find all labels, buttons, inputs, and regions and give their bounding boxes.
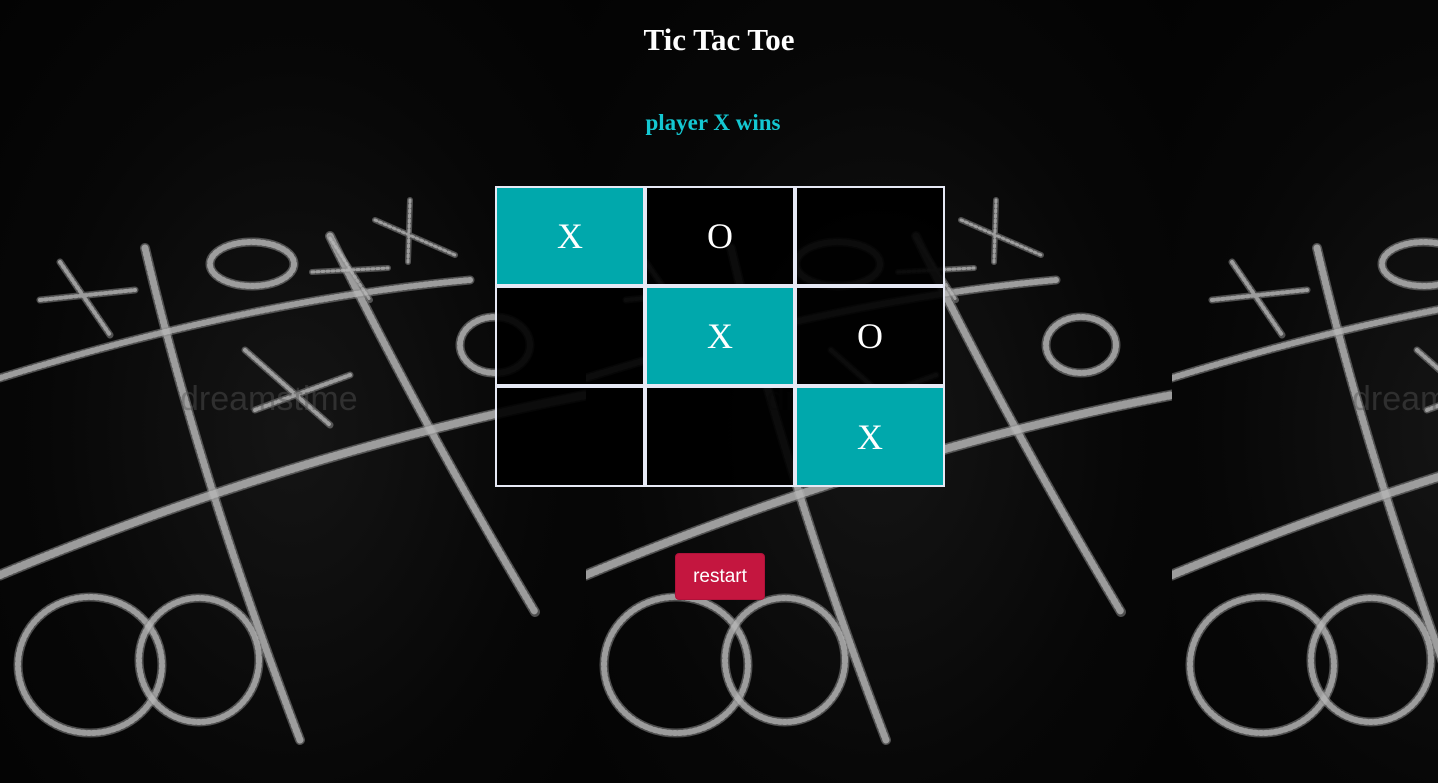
game-app: Tic Tac Toe player X wins XOXOX restart [0,0,1438,783]
board-cell[interactable] [795,186,945,286]
board-cell[interactable]: O [795,286,945,386]
board-cell[interactable] [495,286,645,386]
restart-button[interactable]: restart [675,553,765,600]
board-cell[interactable]: O [645,186,795,286]
game-board: XOXOX [495,186,945,487]
game-status: player X wins [645,110,781,135]
board-cell[interactable]: X [495,186,645,286]
board-cell[interactable]: X [795,386,945,487]
board-cell[interactable] [495,386,645,487]
board-cell[interactable] [645,386,795,487]
page-title: Tic Tac Toe [643,22,795,57]
board-cell[interactable]: X [645,286,795,386]
